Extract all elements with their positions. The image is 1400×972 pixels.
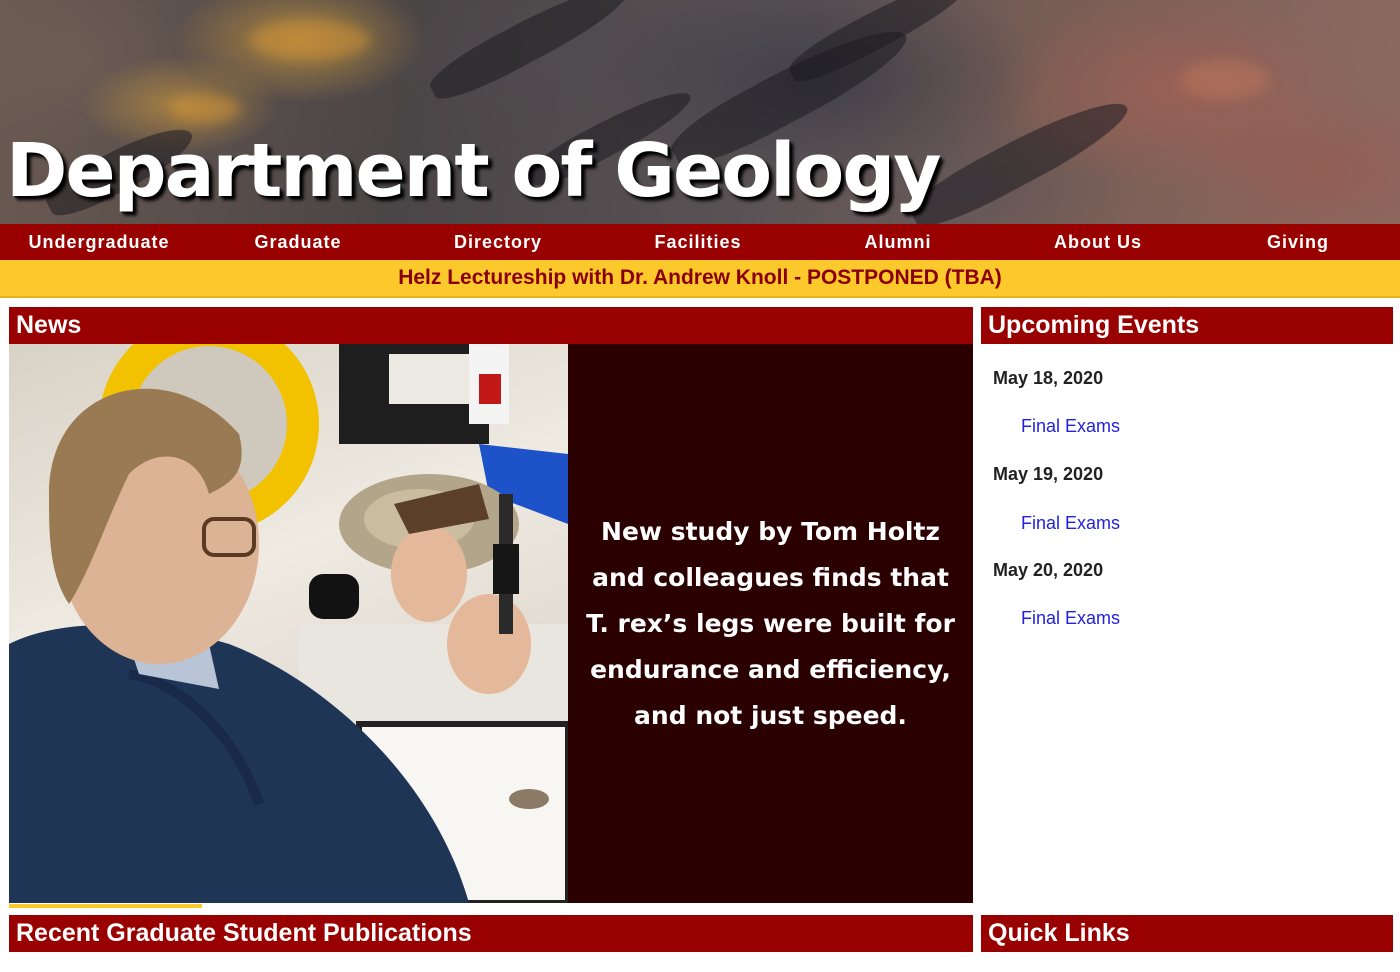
researcher-photo-illustration xyxy=(9,344,568,903)
main-nav: Undergraduate Graduate Directory Facilit… xyxy=(0,224,1400,260)
nav-item-facilities[interactable]: Facilities xyxy=(598,232,798,253)
event-date: May 19, 2020 xyxy=(993,464,1104,484)
event-date: May 18, 2020 xyxy=(993,368,1104,388)
events-list: May 18, 2020 Final Exams May 19, 2020 Fi… xyxy=(981,344,1393,904)
news-caption-text: New study by Tom Holtz and colleagues fi… xyxy=(586,516,955,730)
news-caption[interactable]: New study by Tom Holtz and colleagues fi… xyxy=(568,344,973,903)
site-title[interactable]: Department of Geology xyxy=(6,128,941,214)
publications-heading: Recent Graduate Student Publications xyxy=(9,915,973,952)
slideshow-progress-fill xyxy=(9,904,202,908)
events-heading: Upcoming Events xyxy=(981,307,1393,344)
quick-links-heading: Quick Links xyxy=(981,915,1393,952)
event-link[interactable]: Final Exams xyxy=(1021,608,1120,629)
news-heading: News xyxy=(9,307,973,344)
news-photo[interactable] xyxy=(9,344,568,903)
header-banner: Department of Geology xyxy=(0,0,1400,224)
event-date: May 20, 2020 xyxy=(993,560,1104,580)
nav-item-undergraduate[interactable]: Undergraduate xyxy=(0,232,198,253)
slideshow-progress xyxy=(9,904,973,908)
announcement-link[interactable]: Helz Lectureship with Dr. Andrew Knoll -… xyxy=(398,266,1002,290)
nav-item-directory[interactable]: Directory xyxy=(398,232,598,253)
nav-item-graduate[interactable]: Graduate xyxy=(198,232,398,253)
event-link[interactable]: Final Exams xyxy=(1021,513,1120,534)
event-link[interactable]: Final Exams xyxy=(1021,416,1120,437)
nav-item-about-us[interactable]: About Us xyxy=(998,232,1198,253)
nav-item-alumni[interactable]: Alumni xyxy=(798,232,998,253)
announcement-bar: Helz Lectureship with Dr. Andrew Knoll -… xyxy=(0,260,1400,298)
nav-item-giving[interactable]: Giving xyxy=(1198,232,1398,253)
